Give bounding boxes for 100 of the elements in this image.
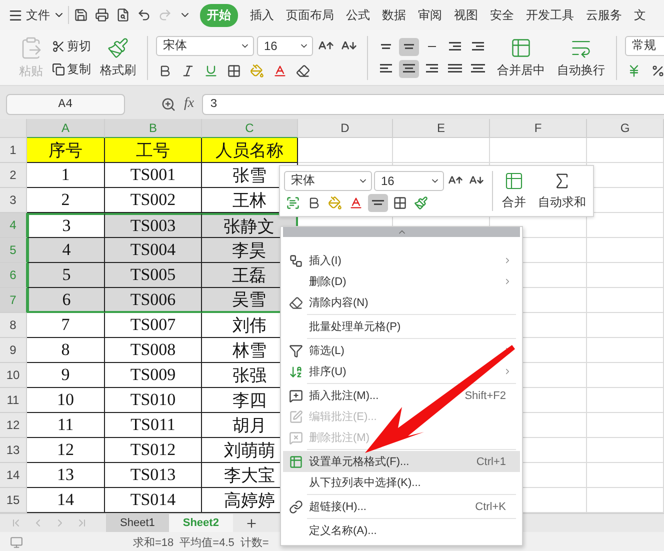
row-header[interactable]: 9 (0, 338, 27, 363)
menu-item[interactable]: 定义名称(A)... (283, 520, 520, 541)
ribbon-tab[interactable]: 审阅 (418, 4, 442, 26)
italic-icon (181, 64, 195, 78)
font-size-select[interactable]: 16 (257, 36, 313, 56)
ribbon-tab[interactable]: 插入 (250, 4, 274, 26)
table-cell: 7 (27, 313, 105, 338)
cut-button[interactable]: 剪切 (52, 38, 91, 54)
row-header[interactable]: 3 (0, 188, 27, 213)
monitor-icon (10, 536, 23, 548)
copy-icon (52, 62, 65, 76)
align-lines-icon (380, 64, 392, 73)
table-cell: TS010 (105, 388, 202, 413)
ribbon-tab[interactable]: 视图 (454, 4, 478, 26)
table-cell: TS007 (105, 313, 202, 338)
align-lines-icon (403, 64, 415, 73)
row-header[interactable]: 2 (0, 163, 27, 188)
table-cell: TS001 (105, 163, 202, 188)
distribute-icon (471, 64, 485, 73)
table-cell: TS002 (105, 188, 202, 213)
table-cell: 10 (27, 388, 105, 413)
sheet-tab[interactable]: Sheet1 (106, 514, 169, 532)
table-icon (289, 454, 303, 468)
row-header[interactable]: 8 (0, 313, 27, 338)
font-color-icon (273, 64, 287, 78)
table-cell: 11 (27, 413, 105, 438)
paint-bucket-icon (328, 196, 342, 210)
vertical-align-button[interactable] (399, 38, 419, 56)
table-cell: TS013 (105, 463, 202, 488)
menu-icon (8, 8, 23, 22)
link-icon (289, 500, 303, 514)
column-header[interactable]: D (298, 119, 393, 138)
paintbrush-icon (107, 36, 129, 58)
ribbon-tab[interactable]: 开发工具 (526, 4, 574, 26)
row-header[interactable]: 13 (0, 438, 27, 463)
bold-icon (158, 64, 172, 78)
font-name-select[interactable]: 宋体 (284, 170, 372, 190)
font-name-select[interactable]: 宋体 (156, 36, 254, 56)
column-header[interactable]: G (587, 119, 664, 138)
align-lines-icon (404, 44, 414, 49)
font-size-select[interactable]: 16 (374, 170, 444, 190)
row-header[interactable]: 11 (0, 388, 27, 413)
merge-center-button[interactable]: 合并居中 (494, 34, 548, 80)
ribbon-tab[interactable]: 公式 (346, 4, 370, 26)
table-cell: 9 (27, 363, 105, 388)
table-cell: 8 (27, 338, 105, 363)
column-header[interactable]: F (490, 119, 587, 138)
save-button[interactable] (72, 6, 90, 24)
function-label[interactable]: fx (184, 96, 194, 112)
name-box[interactable]: A4 (6, 94, 125, 114)
wrap-text-button[interactable]: 自动换行 (554, 34, 608, 80)
autosum-button[interactable]: 自动求和 (535, 169, 589, 213)
ribbon-tab[interactable]: 文 (634, 4, 646, 26)
format-painter-button[interactable] (412, 194, 430, 212)
status-average: 平均值=4.5 (180, 536, 234, 550)
squares-icon (289, 254, 303, 268)
ribbon-tab[interactable]: 页面布局 (286, 4, 334, 26)
print-button[interactable] (93, 6, 111, 24)
grid-icon (393, 196, 407, 210)
ribbon-tab[interactable]: 数据 (382, 4, 406, 26)
plus-icon (244, 516, 258, 530)
table-cell: 13 (27, 463, 105, 488)
menu-item[interactable]: 设置单元格格式(F)... Ctrl+1 (283, 451, 520, 472)
table-cell: 2 (27, 188, 105, 213)
paintbrush-icon (414, 196, 428, 210)
row-header[interactable]: 10 (0, 363, 27, 388)
align-lines-icon (428, 46, 436, 48)
table-cell: TS005 (105, 263, 202, 288)
ribbon-tab[interactable]: 云服务 (586, 4, 622, 26)
ribbon-tab[interactable]: 安全 (490, 4, 514, 26)
table-cell: 14 (27, 488, 105, 513)
row-header[interactable]: 12 (0, 413, 27, 438)
table-cell: TS011 (105, 413, 202, 438)
outdent-icon (449, 42, 461, 51)
column-header[interactable]: E (393, 119, 490, 138)
fill-color-button[interactable] (326, 194, 344, 212)
align-button[interactable] (368, 194, 388, 212)
number-format-select[interactable]: 常规 (625, 36, 664, 56)
format-painter-button[interactable]: 格式刷 (97, 34, 139, 80)
status-count: 计数= (240, 536, 269, 550)
table-cell: 6 (27, 288, 105, 313)
formula-input[interactable]: 3 (202, 94, 664, 114)
row-header[interactable]: 15 (0, 488, 27, 513)
horizontal-align-button[interactable] (399, 60, 419, 78)
align-lines-icon (372, 200, 384, 205)
copy-button[interactable]: 复制 (52, 60, 91, 78)
file-menu[interactable]: 文件 (8, 6, 65, 24)
percent-icon (651, 64, 664, 78)
row-header[interactable]: 1 (0, 138, 27, 163)
fill-color-button[interactable] (248, 62, 266, 80)
zoom-icon (161, 96, 176, 112)
font-color-icon (349, 196, 363, 210)
comment-plus-icon (289, 388, 303, 402)
row-header[interactable]: 14 (0, 463, 27, 488)
justify-icon (448, 64, 462, 73)
table-cell: 12 (27, 438, 105, 463)
merge-button[interactable]: 合并 (499, 169, 529, 213)
table-cell: 5 (27, 263, 105, 288)
table-icon (510, 36, 532, 58)
bold-icon (307, 196, 321, 210)
